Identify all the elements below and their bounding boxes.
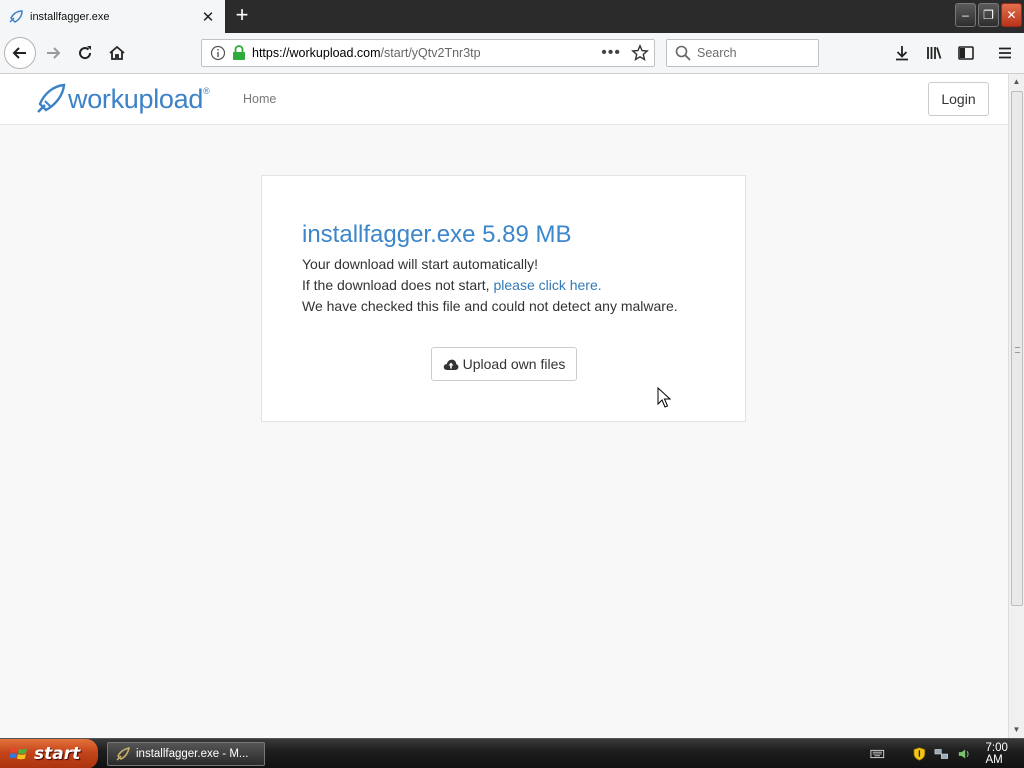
downloads-button[interactable] — [887, 38, 917, 68]
scroll-down-arrow-icon[interactable]: ▼ — [1009, 722, 1024, 738]
start-label: start — [34, 744, 81, 764]
security-shield-icon[interactable] — [913, 746, 926, 762]
start-button[interactable]: start — [0, 739, 98, 768]
hamburger-menu-icon — [999, 47, 1011, 59]
taskbar-item-browser[interactable]: installfagger.exe - M... — [107, 742, 265, 766]
logo-text: workupload — [68, 83, 204, 114]
search-bar[interactable] — [666, 39, 819, 67]
tab-title: installfagger.exe — [30, 10, 110, 23]
home-button[interactable] — [102, 38, 132, 68]
scroll-up-arrow-icon[interactable]: ▲ — [1009, 74, 1024, 90]
forward-button[interactable] — [38, 38, 68, 68]
malware-check-text: We have checked this file and could not … — [302, 298, 678, 314]
site-logo[interactable]: workupload ® — [34, 82, 210, 116]
windows-logo-icon — [10, 747, 27, 760]
fallback-prefix: If the download does not start, — [302, 277, 494, 293]
nav-home-link[interactable]: Home — [243, 92, 276, 106]
search-input[interactable] — [697, 46, 807, 60]
lock-icon[interactable] — [232, 45, 246, 61]
logo-registered-mark: ® — [203, 86, 210, 96]
page-actions-icon[interactable]: ••• — [601, 44, 621, 62]
upload-label: Upload own files — [462, 356, 566, 372]
restore-button[interactable]: ❐ — [978, 3, 999, 27]
vertical-scrollbar[interactable]: ▲ ▼ — [1008, 74, 1024, 738]
click-here-link[interactable]: please click here. — [493, 277, 601, 293]
page-viewport: workupload ® Home Login installfagger.ex… — [0, 74, 1008, 738]
taskbar-item-label: installfagger.exe - M... — [136, 748, 249, 760]
window-controls: – ❐ ✕ — [955, 3, 1022, 27]
taskbar: start installfagger.exe - M... 7:00 AM — [0, 738, 1024, 768]
tab-active[interactable]: installfagger.exe ✕ — [0, 0, 225, 33]
scrollbar-thumb[interactable] — [1011, 91, 1023, 606]
search-icon — [675, 45, 691, 61]
url-text: https://workupload.com/start/yQtv2Tnr3tp — [252, 46, 601, 60]
tab-strip: installfagger.exe ✕ + – ❐ ✕ — [0, 0, 1024, 33]
fallback-text: If the download does not start, please c… — [302, 277, 602, 293]
taskbar-clock: 7:00 AM — [985, 742, 1008, 766]
site-header: workupload ® Home Login — [0, 74, 1008, 125]
navigation-toolbar: https://workupload.com/start/yQtv2Tnr3tp… — [0, 33, 1024, 74]
workupload-favicon-icon — [9, 9, 23, 23]
back-button[interactable] — [4, 37, 36, 69]
new-tab-button[interactable]: + — [230, 4, 254, 28]
url-path: /start/yQtv2Tnr3tp — [380, 46, 481, 60]
minimize-button[interactable]: – — [955, 3, 976, 27]
keyboard-icon[interactable] — [870, 748, 885, 760]
url-host: https://workupload.com — [252, 46, 381, 60]
sidebar-button[interactable] — [951, 38, 981, 68]
download-card: installfagger.exe 5.89 MB Your download … — [261, 175, 746, 422]
library-button[interactable] — [919, 38, 949, 68]
reload-button[interactable] — [70, 38, 100, 68]
bookmark-star-icon[interactable] — [631, 44, 649, 62]
system-tray: 7:00 AM — [866, 739, 1024, 768]
library-icon — [927, 47, 942, 59]
upload-own-files-button[interactable]: Upload own files — [431, 347, 577, 381]
url-bar[interactable]: https://workupload.com/start/yQtv2Tnr3tp… — [201, 39, 655, 67]
scroll-grip — [1015, 347, 1020, 353]
login-button[interactable]: Login — [928, 82, 989, 116]
file-title: installfagger.exe 5.89 MB — [302, 221, 572, 248]
home-icon — [109, 45, 125, 60]
reload-icon — [79, 46, 92, 60]
rocket-logo-icon — [37, 83, 66, 113]
network-icon[interactable] — [934, 747, 949, 761]
volume-icon[interactable] — [957, 747, 970, 761]
tab-close-icon[interactable]: ✕ — [199, 8, 217, 26]
cloud-upload-icon — [443, 359, 459, 370]
close-window-button[interactable]: ✕ — [1001, 3, 1022, 27]
sidebar-icon — [958, 46, 974, 60]
download-icon — [896, 46, 908, 61]
app-rocket-icon — [116, 747, 130, 761]
site-info-icon[interactable] — [210, 45, 226, 61]
menu-button[interactable] — [990, 38, 1020, 68]
back-arrow-icon — [12, 47, 26, 59]
mouse-cursor-icon — [657, 387, 671, 408]
forward-arrow-icon — [47, 47, 61, 59]
auto-download-text: Your download will start automatically! — [302, 256, 539, 272]
